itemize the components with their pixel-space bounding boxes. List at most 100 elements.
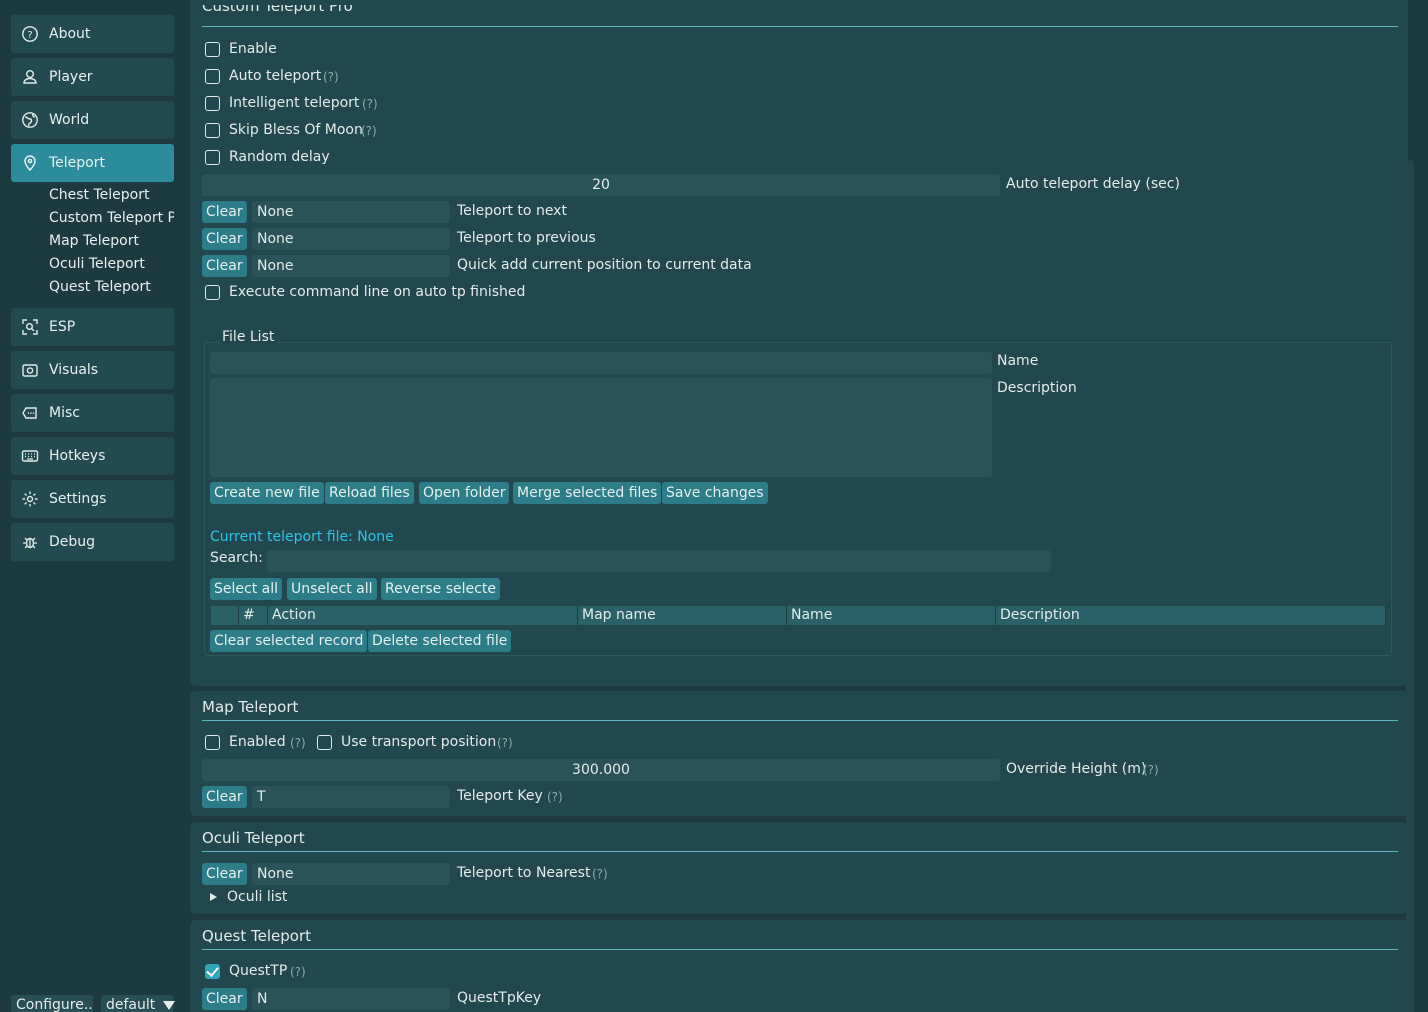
file-name-input[interactable] [210, 352, 992, 374]
table-header-description[interactable]: Description [996, 606, 1386, 625]
quick-label: Quick add current position to current da… [457, 257, 752, 273]
sidebar-item-label: Player [49, 69, 93, 85]
create-new-file-button[interactable]: Create new file [210, 482, 324, 504]
custom-teleport-title: Custom Teleport Pro [202, 5, 353, 15]
table-header-name[interactable]: Name [787, 606, 996, 625]
delete-selected-file-button[interactable]: Delete selected file [368, 630, 512, 652]
open-folder-button[interactable]: Open folder [419, 482, 510, 504]
clear-selected-record-button[interactable]: Clear selected record [210, 630, 368, 652]
use-transport-checkbox[interactable] [317, 735, 332, 750]
bug-icon [23, 537, 37, 549]
exec-command-checkbox[interactable] [205, 285, 220, 300]
help-hint[interactable]: (?) [290, 965, 306, 979]
map-pin-icon [24, 155, 36, 171]
save-changes-button[interactable]: Save changes [662, 482, 768, 504]
override-height-label: Override Height (m) [1006, 761, 1147, 777]
svg-text:?: ? [27, 30, 32, 41]
nearest-label: Teleport to Nearest [457, 865, 591, 881]
override-height-slider[interactable]: 300.000 [202, 759, 1000, 781]
quick-hotkey-field[interactable]: None [252, 255, 450, 277]
current-file-link[interactable]: Current teleport file: None [210, 529, 394, 545]
globe-icon [22, 112, 38, 128]
sidebar-item-about[interactable]: ? About [11, 15, 174, 53]
clear-map-key-button[interactable]: Clear [202, 786, 247, 808]
clear-next-button[interactable]: Clear [202, 201, 247, 223]
exec-command-label: Execute command line on auto tp finished [229, 284, 526, 300]
sidebar-item-visuals[interactable]: Visuals [11, 351, 174, 389]
quest-teleport-title: Quest Teleport [202, 927, 311, 945]
intelligent-teleport-label: Intelligent teleport [229, 95, 360, 111]
delay-slider[interactable]: 20 [202, 174, 1000, 196]
subitem-custom-teleport[interactable]: Custom Teleport Pr [49, 210, 174, 226]
search-input[interactable] [267, 550, 1051, 572]
clear-quest-key-button[interactable]: Clear [202, 988, 247, 1010]
clear-oculi-button[interactable]: Clear [202, 863, 247, 885]
sidebar-item-player[interactable]: Player [11, 58, 174, 96]
expand-arrow-icon[interactable] [210, 893, 217, 901]
question-circle-icon: ? [22, 26, 38, 42]
sidebar-item-teleport[interactable]: Teleport [11, 144, 174, 182]
merge-selected-files-button[interactable]: Merge selected files [513, 482, 662, 504]
sidebar-item-label: ESP [49, 319, 76, 335]
help-hint[interactable]: (?) [592, 867, 608, 881]
subitem-quest-teleport[interactable]: Quest Teleport [49, 279, 174, 295]
keyboard-icon [21, 450, 39, 462]
file-description-input[interactable] [210, 378, 992, 477]
help-hint[interactable]: (?) [290, 736, 306, 750]
sidebar-item-label: About [49, 26, 91, 42]
select-all-button[interactable]: Select all [210, 578, 282, 600]
reverse-select-button[interactable]: Reverse selecte [381, 578, 500, 600]
random-delay-label: Random delay [229, 149, 330, 165]
help-hint[interactable]: (?) [1143, 763, 1159, 777]
auto-teleport-checkbox[interactable] [205, 69, 220, 84]
sidebar-item-label: Teleport [49, 155, 105, 171]
help-hint[interactable]: (?) [361, 124, 377, 138]
subitem-oculi-teleport[interactable]: Oculi Teleport [49, 256, 174, 272]
table-header-action[interactable]: Action [268, 606, 578, 625]
unselect-all-button[interactable]: Unselect all [287, 578, 377, 600]
intelligent-teleport-checkbox[interactable] [205, 96, 220, 111]
sidebar-item-settings[interactable]: Settings [11, 480, 174, 518]
configure-button[interactable]: Configure... [11, 995, 93, 1012]
name-label: Name [997, 353, 1039, 369]
help-hint[interactable]: (?) [497, 736, 513, 750]
sidebar-item-label: Misc [49, 405, 80, 421]
nearest-hotkey-field[interactable]: None [252, 863, 450, 885]
teleport-key-field[interactable]: T [252, 786, 450, 808]
random-delay-checkbox[interactable] [205, 150, 220, 165]
table-header-map-name[interactable]: Map name [578, 606, 787, 625]
reload-files-button[interactable]: Reload files [325, 482, 414, 504]
vertical-scrollbar[interactable] [1406, 160, 1414, 1012]
sidebar-item-hotkeys[interactable]: Hotkeys [11, 437, 174, 475]
scan-icon [22, 319, 38, 335]
questtp-checkbox[interactable] [205, 964, 220, 979]
quest-key-field[interactable]: N [252, 988, 450, 1010]
clear-prev-button[interactable]: Clear [202, 228, 247, 250]
help-hint[interactable]: (?) [362, 97, 378, 111]
next-hotkey-field[interactable]: None [252, 201, 450, 223]
search-label: Search: [210, 550, 263, 566]
subitem-map-teleport[interactable]: Map Teleport [49, 233, 174, 249]
subitem-chest-teleport[interactable]: Chest Teleport [49, 187, 174, 203]
sidebar-item-world[interactable]: World [11, 101, 174, 139]
profile-dropdown[interactable]: default [101, 995, 175, 1012]
sidebar-item-label: Debug [49, 534, 96, 550]
help-hint[interactable]: (?) [547, 790, 563, 804]
prev-hotkey-field[interactable]: None [252, 228, 450, 250]
sidebar-item-esp[interactable]: ESP [11, 308, 174, 346]
questtp-label: QuestTP [229, 963, 288, 979]
oculi-list-toggle[interactable]: Oculi list [227, 889, 287, 905]
file-list-title: File List [219, 329, 278, 345]
divider [202, 851, 1398, 852]
sidebar-item-debug[interactable]: Debug [11, 523, 174, 561]
sidebar-item-misc[interactable]: Misc [11, 394, 174, 432]
clear-quick-button[interactable]: Clear [202, 255, 247, 277]
sidebar-item-label: Hotkeys [49, 448, 106, 464]
help-hint[interactable]: (?) [323, 70, 339, 84]
skip-bless-checkbox[interactable] [205, 123, 220, 138]
ellipsis-icon [22, 407, 37, 419]
quest-key-label: QuestTpKey [457, 990, 542, 1006]
map-enabled-checkbox[interactable] [205, 735, 220, 750]
table-header-index[interactable]: # [239, 606, 268, 625]
enable-checkbox[interactable] [205, 42, 220, 57]
